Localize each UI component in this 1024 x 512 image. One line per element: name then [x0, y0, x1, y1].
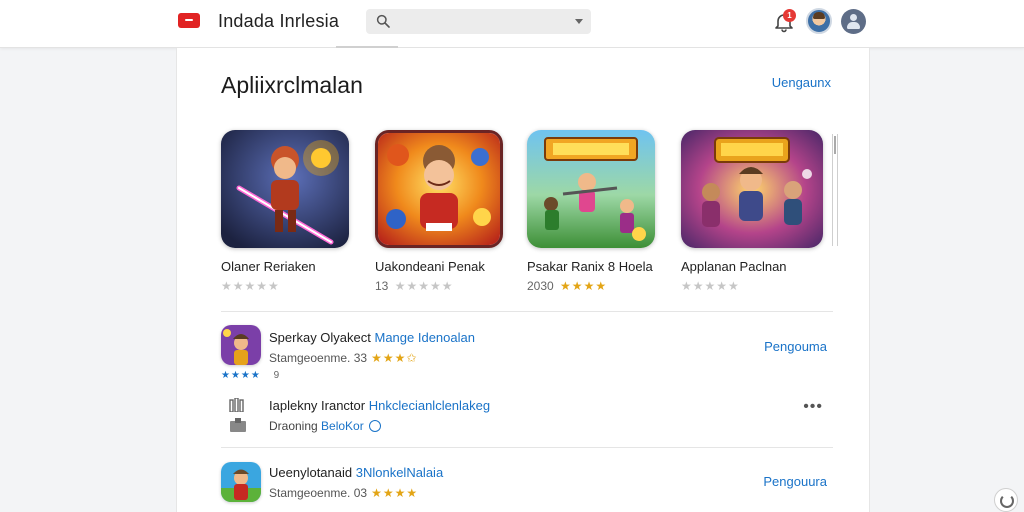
list-app-meta: ★★★★ 9 — [221, 370, 279, 381]
search-input[interactable] — [366, 9, 591, 34]
list-app-subtitle: Stamgeoenme. 03 ★★★★ — [269, 486, 418, 500]
account-icon[interactable] — [841, 9, 866, 34]
featured-app-card[interactable]: Olaner Reriaken ★★★★★ — [221, 130, 371, 300]
rating-count: 2030 — [527, 279, 554, 293]
list-app-title-text: Sperkay Olyakect — [269, 330, 375, 345]
library-icon — [229, 398, 244, 412]
carousel-scrollbar[interactable] — [832, 134, 838, 246]
list-app-title[interactable]: Ueenylotanaid 3NlonkelNalaia — [269, 465, 443, 480]
star-rating-icon: ★★★★★ — [394, 279, 454, 293]
install-button[interactable]: Pengouma — [764, 339, 827, 354]
download-icon — [230, 418, 246, 432]
list-app-developer[interactable]: 3NlonkelNalaia — [356, 465, 443, 480]
app-icon[interactable] — [527, 130, 655, 248]
featured-app-card[interactable]: Applanan Paclnan ★★★★★ — [681, 130, 831, 300]
divider — [221, 311, 833, 312]
star-rating-icon: ★★★★★ — [221, 279, 280, 293]
list-app-icon[interactable] — [221, 462, 261, 502]
star-rating-icon: ★★★★★ — [681, 279, 740, 293]
list-app-tag-link[interactable]: BeloKor — [321, 419, 364, 433]
app-rating: 13 ★★★★★ — [375, 279, 454, 293]
rating-count: 9 — [273, 370, 280, 381]
list-app-title[interactable]: Iaplekny Iranctor Hnkclecianlclenlakeg — [269, 398, 490, 413]
list-app-subtitle: Stamgeoenme. 33 ★★★✩ — [269, 351, 417, 365]
top-bar: Indada Inrlesia 1 — [0, 0, 1024, 48]
verified-icon — [369, 420, 382, 432]
list-app-category: Draoning — [269, 419, 322, 433]
install-button[interactable]: Pengouura — [763, 474, 827, 489]
list-app-title-text: Iaplekny Iranctor — [269, 398, 369, 413]
star-rating-icon: ★★★★ — [221, 370, 261, 381]
app-rating: ★★★★★ — [221, 279, 280, 293]
list-app-subtitle: Draoning BeloKor — [269, 419, 382, 433]
featured-app-card[interactable]: Psakar Ranix 8 Hoela 2030 ★★★★ — [527, 130, 677, 300]
logo-icon[interactable] — [178, 13, 200, 28]
star-rating-icon: ★★★★ — [371, 486, 419, 500]
star-rating-icon: ★★★✩ — [371, 351, 418, 365]
list-app-icon[interactable] — [221, 325, 261, 365]
app-title[interactable]: Psakar Ranix 8 Hoela — [527, 259, 653, 274]
apps-panel: Apliixrclmalan Uengaunx Olaner Reriaken … — [176, 48, 870, 512]
app-title[interactable]: Uakondeani Penak — [375, 259, 485, 274]
list-app-category: Stamgeoenme. 03 — [269, 486, 368, 500]
star-rating-icon: ★★★★ — [560, 279, 608, 293]
more-horizontal-icon[interactable]: ••• — [803, 398, 823, 416]
app-rating: ★★★★★ — [681, 279, 740, 293]
see-all-link[interactable]: Uengaunx — [772, 75, 831, 90]
app-icon[interactable] — [375, 130, 503, 248]
notification-badge: 1 — [783, 9, 796, 22]
section-title: Apliixrclmalan — [221, 72, 363, 98]
list-app-category: Stamgeoenme. 33 — [269, 351, 368, 365]
avatar[interactable] — [806, 8, 832, 34]
featured-app-card[interactable]: Uakondeani Penak 13 ★★★★★ — [375, 130, 525, 300]
list-app-title[interactable]: Sperkay Olyakect Mange Idenoalan — [269, 330, 475, 345]
list-app-title-text: Ueenylotanaid — [269, 465, 356, 480]
rating-count: 13 — [375, 279, 389, 293]
divider — [221, 447, 833, 448]
list-app-developer[interactable]: Mange Idenoalan — [375, 330, 475, 345]
list-app-developer[interactable]: Hnkclecianlclenlakeg — [369, 398, 490, 413]
app-rating: 2030 ★★★★ — [527, 279, 607, 293]
app-icon[interactable] — [681, 130, 823, 248]
app-title[interactable]: Applanan Paclnan — [681, 259, 787, 274]
refresh-icon[interactable] — [994, 488, 1018, 512]
app-icon[interactable] — [221, 130, 349, 248]
search-icon — [376, 14, 390, 28]
app-title[interactable]: Olaner Reriaken — [221, 259, 316, 274]
chevron-down-icon[interactable] — [575, 19, 583, 24]
site-name[interactable]: Indada Inrlesia — [218, 11, 339, 32]
